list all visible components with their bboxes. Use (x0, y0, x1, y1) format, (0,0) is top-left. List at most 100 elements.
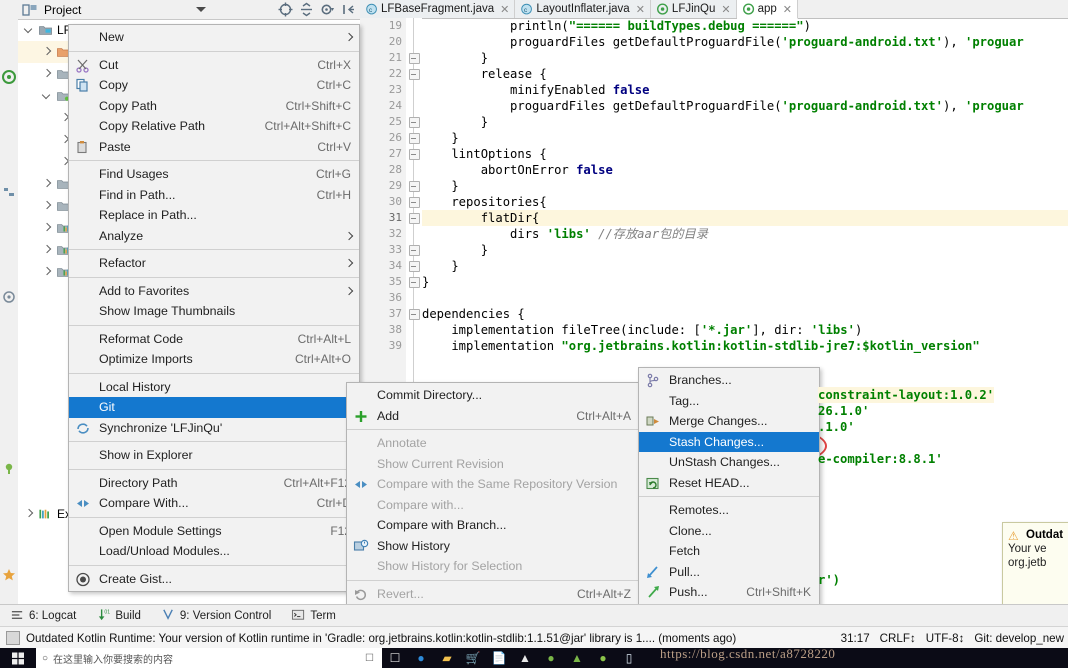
chevron-down-icon[interactable] (196, 7, 206, 12)
taskview-icon[interactable]: ☐ (382, 648, 408, 668)
editor-tab[interactable]: LFJinQu ✕ (650, 0, 737, 18)
context-menu-item[interactable]: Paste Ctrl+V (69, 137, 359, 158)
git-menu-item[interactable]: Show History (347, 536, 639, 557)
context-menu-item[interactable]: Optimize Imports Ctrl+Alt+O (69, 349, 359, 370)
context-menu-item[interactable]: Find Usages Ctrl+G (69, 164, 359, 185)
tree-expander-down-icon[interactable] (42, 91, 52, 101)
tree-expander-right-icon[interactable] (42, 179, 52, 189)
collapse-all-icon[interactable] (299, 2, 314, 17)
context-menu-item[interactable]: Show in Explorer (69, 445, 359, 466)
tree-expander-right-icon[interactable] (42, 47, 52, 57)
project-context-menu[interactable]: New Cut Ctrl+X Copy Ctrl+C Copy Path Ctrl+Shif… (68, 24, 360, 592)
git-menu-item[interactable]: Commit Directory... (347, 385, 639, 406)
git-menu-item[interactable]: Add Ctrl+Alt+A (347, 406, 639, 427)
close-icon[interactable]: ✕ (721, 3, 730, 16)
bottom-tool-button[interactable]: 01 Build (86, 605, 151, 627)
android-icon-3[interactable]: ● (590, 648, 616, 668)
context-menu-item[interactable]: Analyze (69, 226, 359, 247)
file-encoding[interactable]: UTF-8↕ (926, 632, 965, 645)
editor-tab[interactable]: c LayoutInflater.java ✕ (515, 0, 651, 18)
context-menu-item[interactable]: Find in Path... Ctrl+H (69, 185, 359, 206)
context-menu-item[interactable]: Compare With... Ctrl+D (69, 493, 359, 514)
context-menu-item[interactable]: New (69, 27, 359, 48)
context-menu-item[interactable]: Add to Favorites (69, 281, 359, 302)
bottom-tool-button[interactable]: 6: Logcat (0, 605, 86, 627)
notification-balloon[interactable]: ⚠ Outdat Your ve org.jetb (1002, 522, 1068, 614)
bottom-tool-button[interactable]: Term (281, 605, 346, 627)
tree-expander-right-icon[interactable] (42, 245, 52, 255)
start-button-icon[interactable] (0, 648, 36, 668)
context-menu-item[interactable]: Show Image Thumbnails (69, 301, 359, 322)
document-icon[interactable]: 📄 (486, 648, 512, 668)
code-fold-marker[interactable] (409, 133, 420, 144)
context-menu-item[interactable]: Synchronize 'LFJinQu' (69, 418, 359, 439)
repository-menu-item[interactable]: Reset HEAD... (639, 473, 819, 494)
hide-panel-icon[interactable] (341, 2, 356, 17)
editor-tab[interactable]: app ✕ (736, 0, 799, 19)
cloud-icon[interactable]: ▲ (512, 648, 538, 668)
code-fold-marker[interactable] (409, 213, 420, 224)
code-fold-marker[interactable] (409, 309, 420, 320)
code-fold-marker[interactable] (409, 181, 420, 192)
tree-expander-right-icon[interactable] (42, 267, 52, 277)
repository-menu-item[interactable]: Fetch (639, 541, 819, 562)
repository-menu-item[interactable]: Stash Changes... (639, 431, 819, 452)
code-fold-marker[interactable] (409, 245, 420, 256)
file-explorer-icon[interactable]: ▰ (434, 648, 460, 668)
context-menu-item[interactable]: Copy Path Ctrl+Shift+C (69, 96, 359, 117)
git-menu-item[interactable]: Compare with Branch... (347, 515, 639, 536)
android-studio-icon[interactable]: ● (538, 648, 564, 668)
code-fold-marker[interactable] (409, 53, 420, 64)
git-branch-status[interactable]: Git: develop_new (974, 632, 1064, 645)
repository-menu-item[interactable]: Merge Changes... (639, 411, 819, 432)
context-menu-item[interactable]: Open Module Settings F12 (69, 521, 359, 542)
tree-expander-right-icon[interactable] (42, 69, 52, 79)
context-menu-item[interactable]: Git (69, 397, 359, 418)
context-menu-item[interactable]: Copy Ctrl+C (69, 75, 359, 96)
git-submenu[interactable]: Commit Directory... Add Ctrl+Alt+A Annotate… (346, 382, 640, 635)
code-fold-marker[interactable] (409, 197, 420, 208)
context-menu-item[interactable]: Create Gist... (69, 569, 359, 590)
repository-menu-item[interactable]: Remotes... (639, 500, 819, 521)
code-fold-marker[interactable] (409, 117, 420, 128)
repository-menu-item[interactable]: Push... Ctrl+Shift+K (639, 582, 819, 603)
close-icon[interactable]: ✕ (500, 3, 509, 16)
code-fold-marker[interactable] (409, 261, 420, 272)
android-icon-2[interactable]: ▲ (564, 648, 590, 668)
repository-menu-item[interactable]: UnStash Changes... (639, 452, 819, 473)
repository-menu-item[interactable]: Pull... (639, 562, 819, 583)
code-fold-marker[interactable] (409, 149, 420, 160)
code-fold-marker[interactable] (409, 69, 420, 80)
context-menu-item[interactable]: Refactor (69, 253, 359, 274)
menu-item-shortcut: Ctrl+Alt+A (576, 408, 631, 423)
target-icon[interactable] (278, 2, 293, 17)
repository-submenu[interactable]: Branches... Tag... Merge Changes... Stash C… (638, 367, 820, 633)
bottom-tool-button[interactable]: 9: Version Control (151, 605, 281, 627)
line-separator[interactable]: CRLF↕ (880, 632, 916, 645)
edge-browser-icon[interactable]: ● (408, 648, 434, 668)
context-menu-item[interactable]: Replace in Path... (69, 205, 359, 226)
context-menu-item[interactable]: Reformat Code Ctrl+Alt+L (69, 329, 359, 350)
tree-expander-down-icon[interactable] (24, 25, 34, 35)
close-icon[interactable]: ✕ (783, 3, 792, 16)
tree-expander-right-icon[interactable] (42, 223, 52, 233)
tree-expander-right-icon[interactable] (42, 201, 52, 211)
code-fold-marker[interactable] (409, 277, 420, 288)
taskbar-search-input[interactable]: ○ 在这里输入你要搜索的内容 ☐ (36, 648, 382, 668)
context-menu-item[interactable]: Load/Unload Modules... (69, 541, 359, 562)
context-menu-item[interactable]: Local History (69, 377, 359, 398)
gear-icon[interactable] (320, 2, 335, 17)
close-icon[interactable]: ✕ (636, 3, 645, 16)
context-menu-item[interactable]: Copy Relative Path Ctrl+Alt+Shift+C (69, 116, 359, 137)
store-icon[interactable]: 🛒 (460, 648, 486, 668)
context-menu-item[interactable]: Cut Ctrl+X (69, 55, 359, 76)
caret-position[interactable]: 31:17 (841, 632, 870, 645)
repository-menu-item[interactable]: Clone... (639, 521, 819, 542)
repository-menu-item[interactable]: Tag... (639, 391, 819, 412)
repository-menu-item[interactable]: Branches... (639, 370, 819, 391)
editor-tab[interactable]: c LFBaseFragment.java ✕ (360, 0, 516, 18)
tree-expander-right-icon[interactable] (24, 509, 34, 519)
context-menu-item[interactable]: Directory Path Ctrl+Alt+F12 (69, 473, 359, 494)
notes-icon[interactable]: ▯ (616, 648, 642, 668)
ide-window: 1: Project 7: Structure Captures Build V… (0, 0, 1068, 668)
